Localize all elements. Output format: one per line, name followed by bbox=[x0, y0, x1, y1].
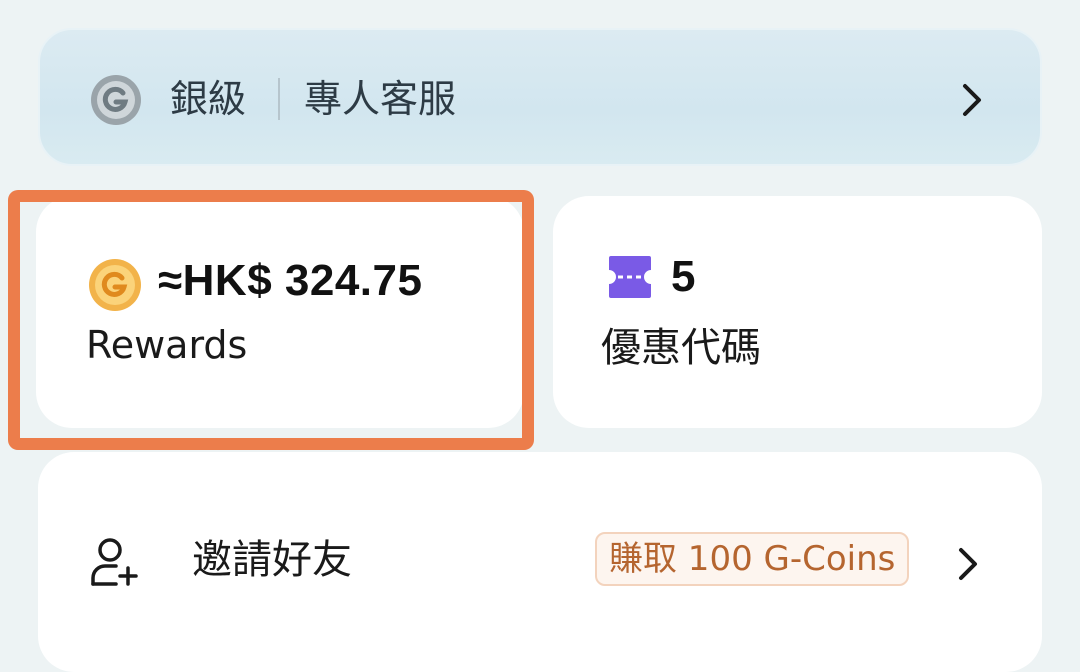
silver-tier-icon bbox=[90, 74, 142, 126]
tier-level-label: 銀級 bbox=[170, 77, 247, 121]
tier-service-bar[interactable]: 銀級 專人客服 bbox=[38, 28, 1042, 166]
rewards-highlight-frame bbox=[8, 190, 534, 450]
invite-friends-label: 邀請好友 bbox=[192, 537, 352, 583]
chevron-right-icon bbox=[956, 544, 980, 584]
ticket-icon bbox=[607, 254, 653, 300]
coupon-codes-card[interactable]: 5 優惠代碼 bbox=[553, 196, 1042, 428]
earn-gcoins-badge: 賺取 100 G-Coins bbox=[595, 532, 910, 586]
customer-service-label: 專人客服 bbox=[304, 77, 457, 121]
tier-divider bbox=[278, 78, 280, 120]
invite-friends-row[interactable]: 邀請好友 賺取 100 G-Coins bbox=[38, 452, 1042, 672]
chevron-right-icon bbox=[960, 80, 984, 120]
coupon-count: 5 bbox=[671, 252, 696, 301]
coupon-codes-label: 優惠代碼 bbox=[601, 325, 761, 371]
add-person-icon bbox=[90, 536, 140, 588]
